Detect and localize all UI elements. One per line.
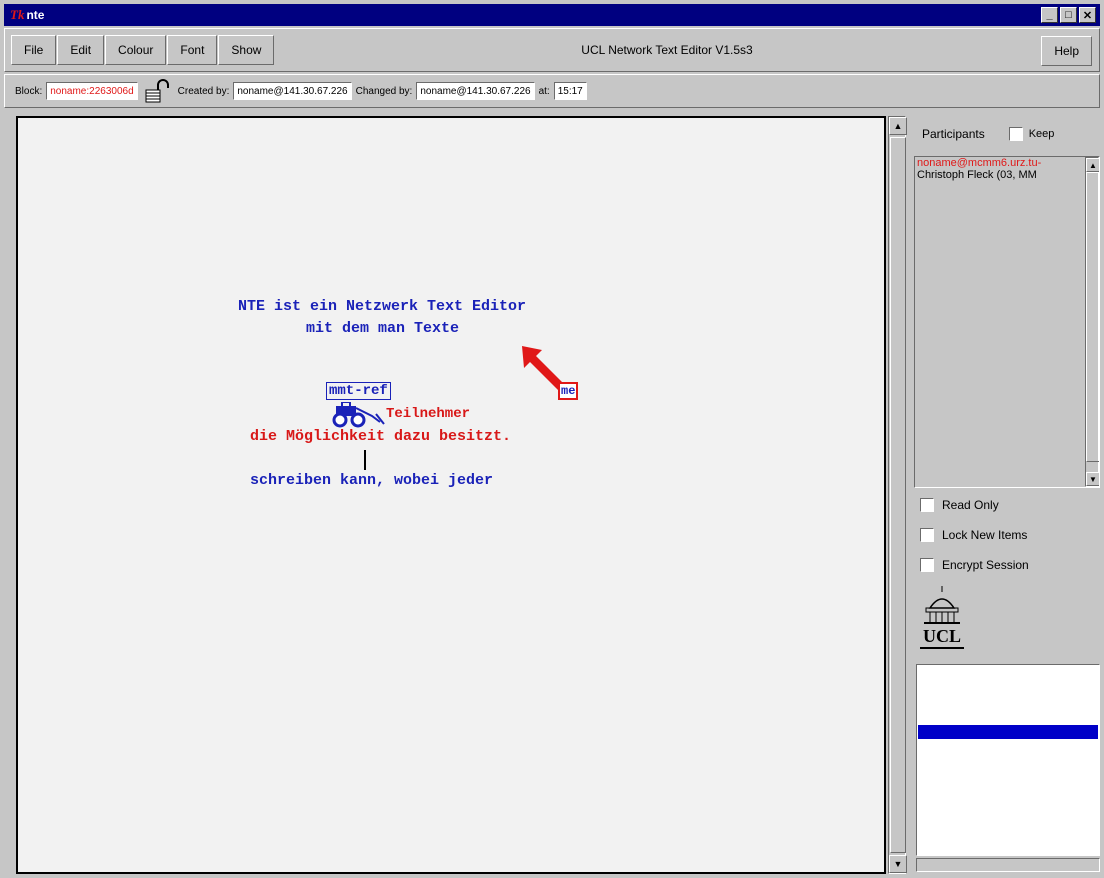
scroll-down-icon[interactable]: ▼ bbox=[1086, 472, 1099, 486]
changed-by-label: Changed by: bbox=[355, 85, 413, 97]
ucl-logo-text: UCL bbox=[923, 626, 961, 646]
scroll-up-icon[interactable]: ▲ bbox=[1086, 158, 1099, 172]
text-line-red[interactable]: die Möglichkeit dazu besitzt. bbox=[250, 428, 511, 445]
participant-item[interactable]: Christoph Fleck (03, MM bbox=[915, 169, 1099, 181]
at-label: at: bbox=[538, 85, 550, 97]
text-line-1[interactable]: NTE ist ein Netzwerk Text Editor bbox=[238, 298, 526, 315]
menu-edit[interactable]: Edit bbox=[57, 35, 105, 65]
encrypt-session-checkbox[interactable] bbox=[920, 558, 934, 572]
changed-by-field: noname@141.30.67.226 bbox=[416, 82, 535, 100]
mmt-ref-box[interactable]: mmt-ref bbox=[326, 382, 391, 400]
scroll-thumb[interactable] bbox=[1086, 172, 1099, 462]
remote-pointer-label: me bbox=[558, 382, 579, 400]
participants-header: Participants Keep bbox=[912, 116, 1102, 152]
lock-new-items-label: Lock New Items bbox=[942, 528, 1028, 542]
text-line-2[interactable]: mit dem man Texte bbox=[306, 320, 459, 337]
read-only-label: Read Only bbox=[942, 498, 999, 512]
close-icon[interactable]: ✕ bbox=[1079, 7, 1096, 23]
created-by-label: Created by: bbox=[177, 85, 230, 97]
time-field: 15:17 bbox=[553, 82, 587, 100]
keep-checkbox-box[interactable] bbox=[1008, 127, 1023, 141]
encrypt-session-option[interactable]: Encrypt Session bbox=[920, 558, 1029, 572]
keep-label: Keep bbox=[1028, 128, 1055, 140]
app-title: UCL Network Text Editor V1.5s3 bbox=[581, 43, 753, 57]
encrypt-session-label: Encrypt Session bbox=[942, 558, 1029, 572]
ucl-logo: UCL bbox=[920, 586, 964, 649]
participants-scrollbar[interactable]: ▲ ▼ bbox=[1085, 157, 1099, 487]
text-line-blue[interactable]: schreiben kann, wobei jeder bbox=[250, 472, 493, 489]
lock-new-items-option[interactable]: Lock New Items bbox=[920, 528, 1027, 542]
read-only-option[interactable]: Read Only bbox=[920, 498, 999, 512]
scroll-up-icon[interactable]: ▲ bbox=[889, 117, 907, 135]
menu-colour[interactable]: Colour bbox=[105, 35, 167, 65]
right-panel: Participants Keep noname@mcmm6.urz.tu- C… bbox=[912, 116, 1102, 876]
menu-font[interactable]: Font bbox=[167, 35, 218, 65]
scroll-thumb[interactable] bbox=[890, 137, 906, 853]
overview-viewport[interactable] bbox=[918, 725, 1098, 739]
window-controls: _ □ ✕ bbox=[1041, 7, 1096, 23]
lock-new-items-checkbox[interactable] bbox=[920, 528, 934, 542]
created-by-field: noname@141.30.67.226 bbox=[233, 82, 352, 100]
text-cursor bbox=[364, 450, 366, 470]
overview-map[interactable] bbox=[916, 664, 1100, 856]
unlocked-padlock-icon[interactable] bbox=[144, 79, 172, 103]
overview-scrollbar[interactable] bbox=[916, 858, 1100, 872]
block-label: Block: bbox=[15, 85, 43, 97]
keep-checkbox[interactable]: Keep bbox=[1008, 127, 1055, 141]
text-canvas[interactable]: NTE ist ein Netzwerk Text Editor mit dem… bbox=[16, 116, 886, 874]
maximize-icon[interactable]: □ bbox=[1060, 7, 1077, 23]
participants-list[interactable]: noname@mcmm6.urz.tu- Christoph Fleck (03… bbox=[914, 156, 1100, 488]
participant-item[interactable]: noname@mcmm6.urz.tu- bbox=[915, 157, 1099, 169]
remote-pointer-arrow-icon bbox=[522, 346, 568, 394]
participants-title: Participants bbox=[922, 127, 985, 141]
block-info-bar: Block: noname:2263006d Created by: nonam… bbox=[4, 74, 1100, 108]
tk-icon: Tk bbox=[10, 7, 25, 22]
canvas-scrollbar[interactable]: ▲ ▼ bbox=[888, 116, 907, 874]
scroll-down-icon[interactable]: ▼ bbox=[889, 855, 907, 873]
menu-show[interactable]: Show bbox=[218, 35, 275, 65]
menu-help[interactable]: Help bbox=[1041, 36, 1092, 66]
window-title: nte bbox=[26, 8, 45, 22]
title-bar: Tk nte _ □ ✕ bbox=[4, 4, 1100, 26]
menu-bar: File Edit Colour Font Show UCL Network T… bbox=[4, 28, 1100, 72]
block-id-field: noname:2263006d bbox=[46, 82, 138, 100]
menu-file[interactable]: File bbox=[11, 35, 57, 65]
minimize-icon[interactable]: _ bbox=[1041, 7, 1058, 23]
read-only-checkbox[interactable] bbox=[920, 498, 934, 512]
text-teilnehmer[interactable]: Teilnehmer bbox=[386, 406, 470, 422]
